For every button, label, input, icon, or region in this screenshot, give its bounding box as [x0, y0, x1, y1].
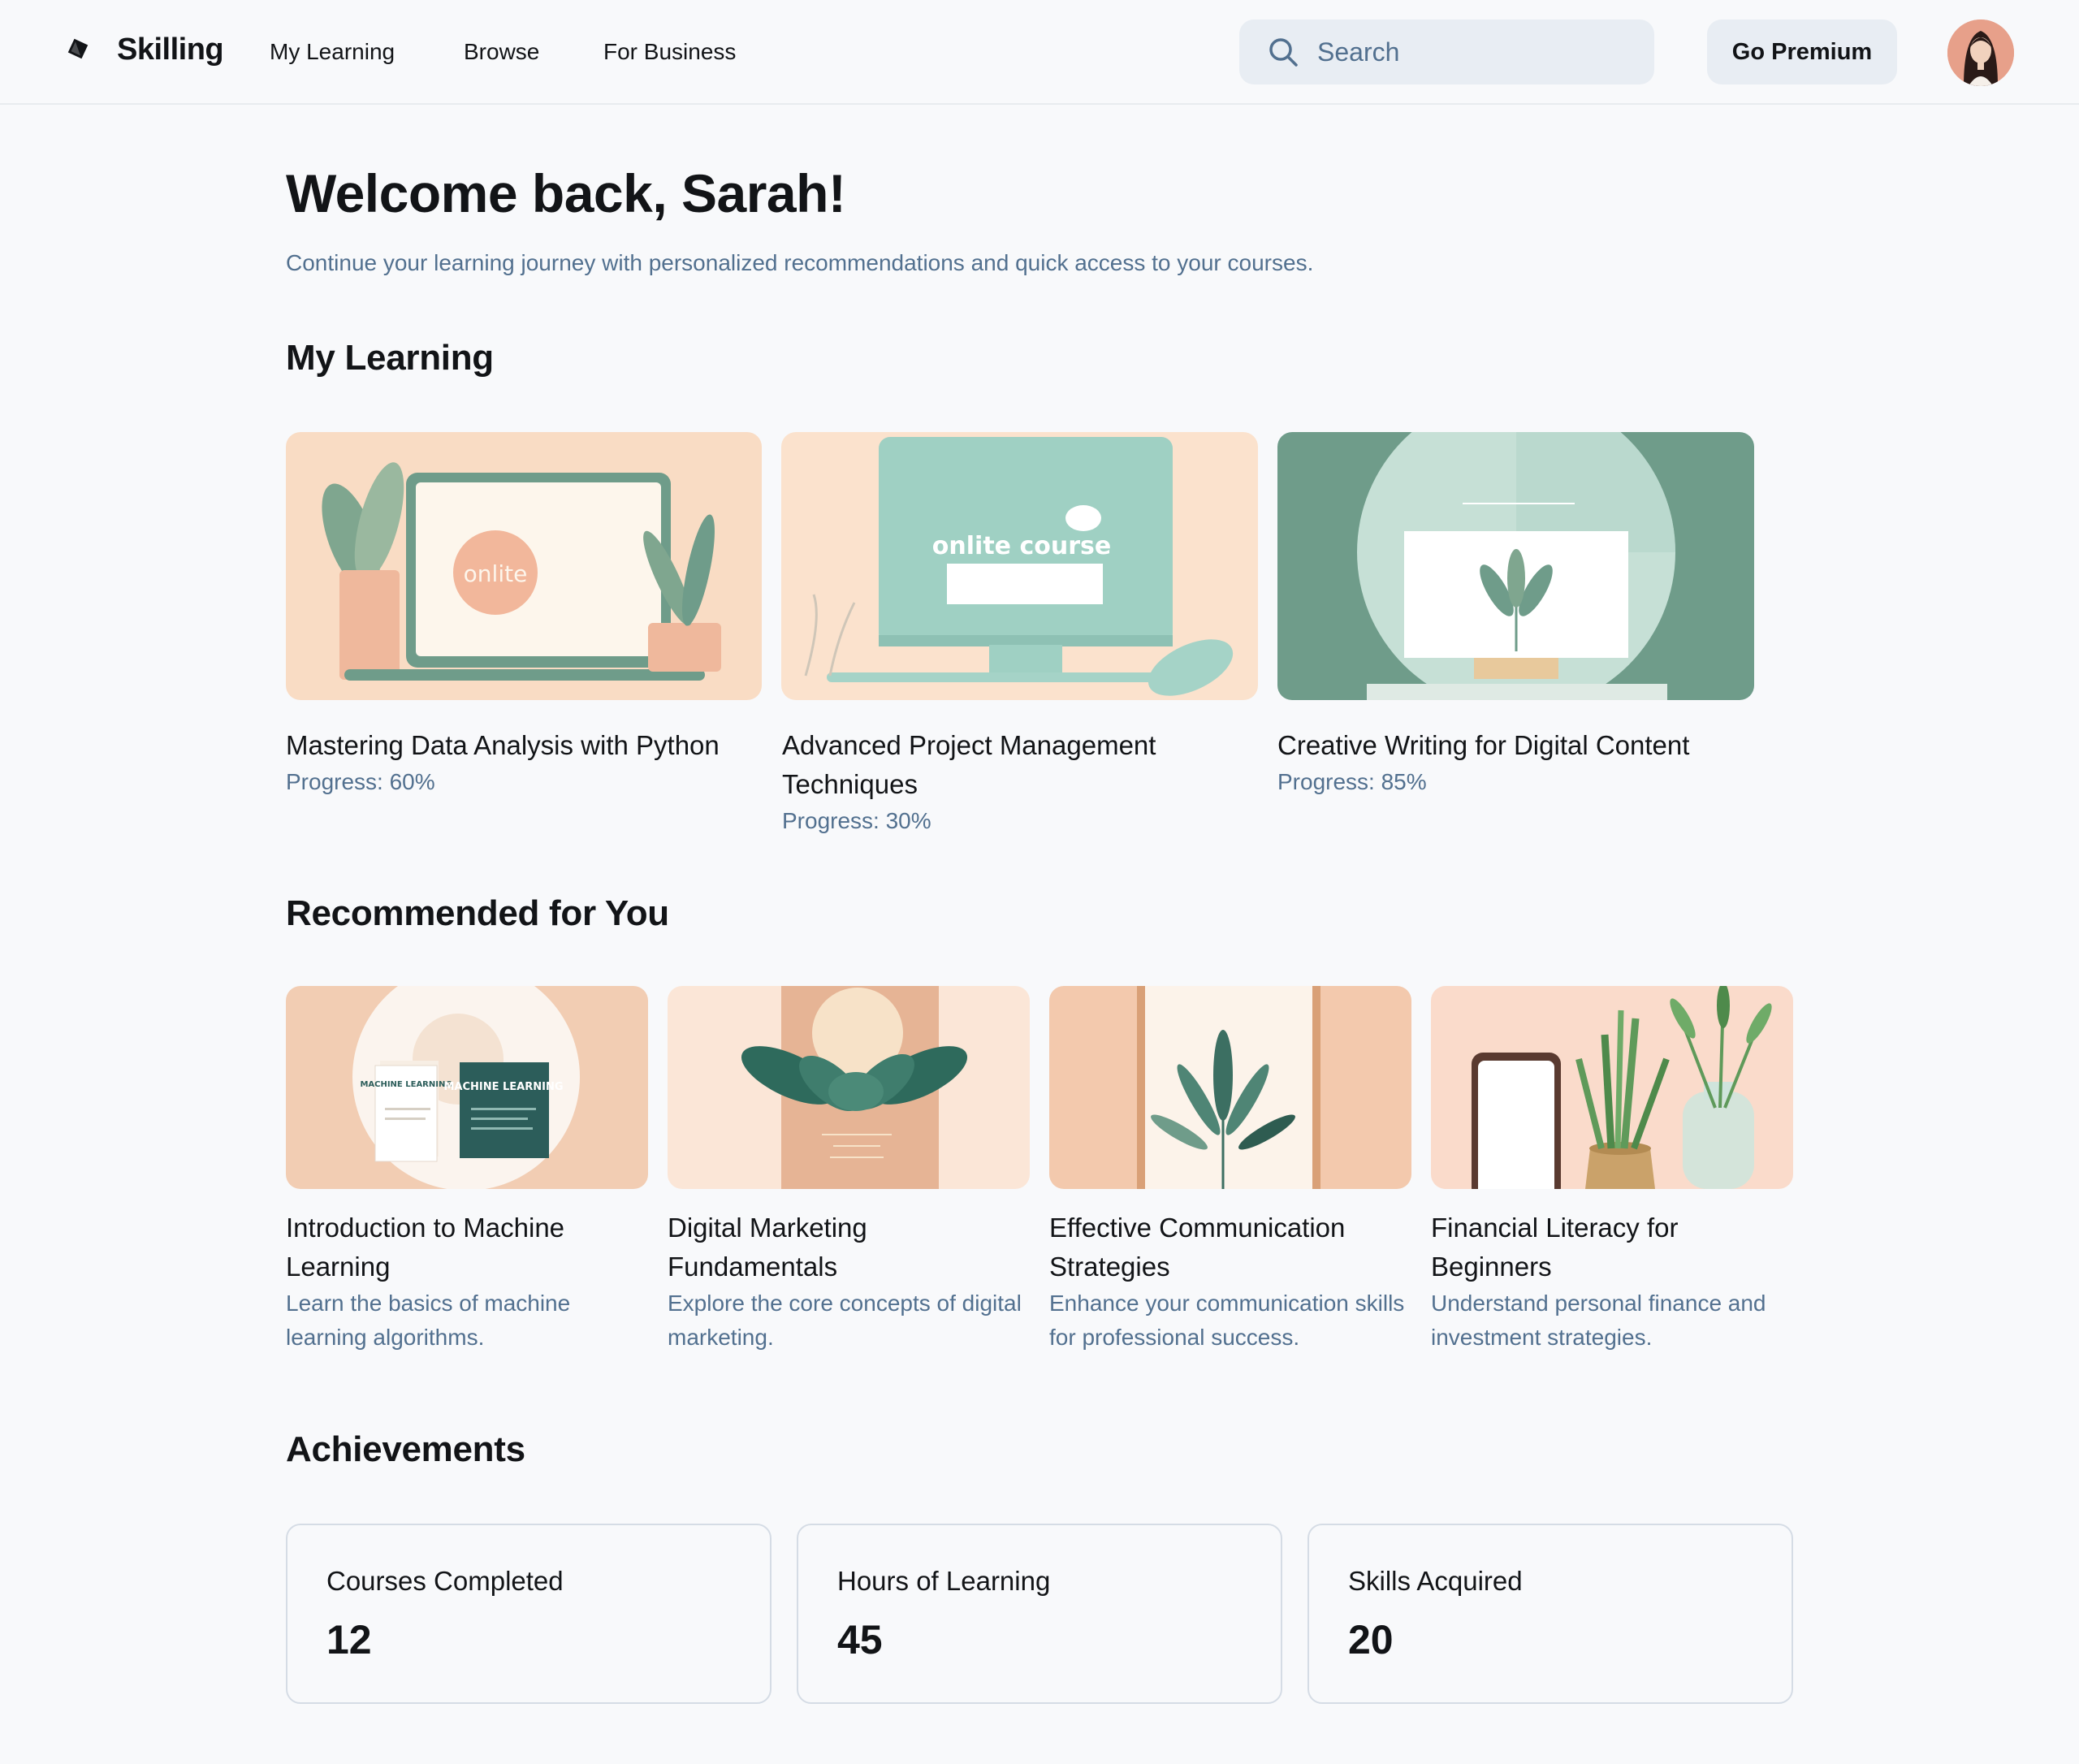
thumb-text: onlite course: [932, 532, 1111, 560]
course-thumbnail-communication[interactable]: [1049, 986, 1411, 1189]
nav-for-business[interactable]: For Business: [603, 39, 736, 65]
logo-icon[interactable]: [65, 36, 91, 62]
achievement-card: Skills Acquired 20: [1307, 1524, 1793, 1704]
thumb-text: MACHINE LEARNING: [360, 1080, 452, 1089]
go-premium-button[interactable]: Go Premium: [1707, 19, 1897, 84]
course-thumbnail-financial-literacy[interactable]: [1431, 986, 1793, 1189]
course-thumbnail-data-analysis[interactable]: onlite: [286, 432, 762, 700]
course-title[interactable]: Introduction to Machine Learning: [286, 1208, 627, 1286]
course-title[interactable]: Effective Communication Strategies: [1049, 1208, 1411, 1286]
course-description: Understand personal finance and investme…: [1431, 1291, 1766, 1350]
avatar[interactable]: [1947, 19, 2014, 86]
achievement-value: 20: [1348, 1617, 1394, 1662]
page-title: Welcome back, Sarah!: [286, 163, 846, 223]
achievement-label: Courses Completed: [326, 1566, 564, 1596]
thumb-text: onlite: [464, 560, 528, 587]
course-description: Learn the basics of machine learning alg…: [286, 1291, 571, 1350]
nav-browse[interactable]: Browse: [464, 39, 539, 65]
achievement-label: Hours of Learning: [837, 1566, 1051, 1596]
achievement-value: 45: [837, 1617, 883, 1662]
thumb-text: MACHINE LEARNING: [443, 1081, 563, 1093]
course-progress: Progress: 30%: [782, 808, 931, 833]
page-subtitle: Continue your learning journey with pers…: [286, 250, 1314, 275]
my-learning-heading: My Learning: [286, 338, 494, 378]
achievement-card: Hours of Learning 45: [797, 1524, 1282, 1704]
course-title[interactable]: Financial Literacy for Beginners: [1431, 1208, 1772, 1286]
recommended-heading: Recommended for You: [286, 893, 669, 933]
course-title[interactable]: Advanced Project Management Techniques: [782, 726, 1237, 804]
course-thumbnail-digital-marketing[interactable]: [668, 986, 1030, 1189]
course-description: Explore the core concepts of digital mar…: [668, 1291, 1022, 1350]
course-progress: Progress: 85%: [1277, 769, 1427, 794]
brand-name[interactable]: Skilling: [117, 32, 224, 67]
nav-my-learning[interactable]: My Learning: [270, 39, 395, 65]
course-thumbnail-machine-learning[interactable]: MACHINE LEARNING MACHINE LEARNING: [286, 986, 648, 1189]
course-progress: Progress: 60%: [286, 769, 435, 794]
search-input[interactable]: Search: [1239, 19, 1654, 84]
course-title[interactable]: Digital Marketing Fundamentals: [668, 1208, 1009, 1286]
course-thumbnail-creative-writing[interactable]: [1277, 432, 1754, 700]
course-title[interactable]: Creative Writing for Digital Content: [1277, 726, 1754, 765]
course-description: Enhance your communication skills for pr…: [1049, 1291, 1405, 1350]
achievement-card: Courses Completed 12: [286, 1524, 772, 1704]
search-placeholder: Search: [1317, 37, 1400, 67]
top-navigation: Skilling My Learning Browse For Business…: [0, 0, 2079, 105]
achievement-label: Skills Acquired: [1348, 1566, 1523, 1596]
achievements-heading: Achievements: [286, 1429, 525, 1469]
course-title[interactable]: Mastering Data Analysis with Python: [286, 726, 762, 765]
search-icon: [1269, 38, 1298, 67]
achievement-value: 12: [326, 1617, 372, 1662]
course-thumbnail-project-management[interactable]: onlite course: [781, 432, 1258, 700]
